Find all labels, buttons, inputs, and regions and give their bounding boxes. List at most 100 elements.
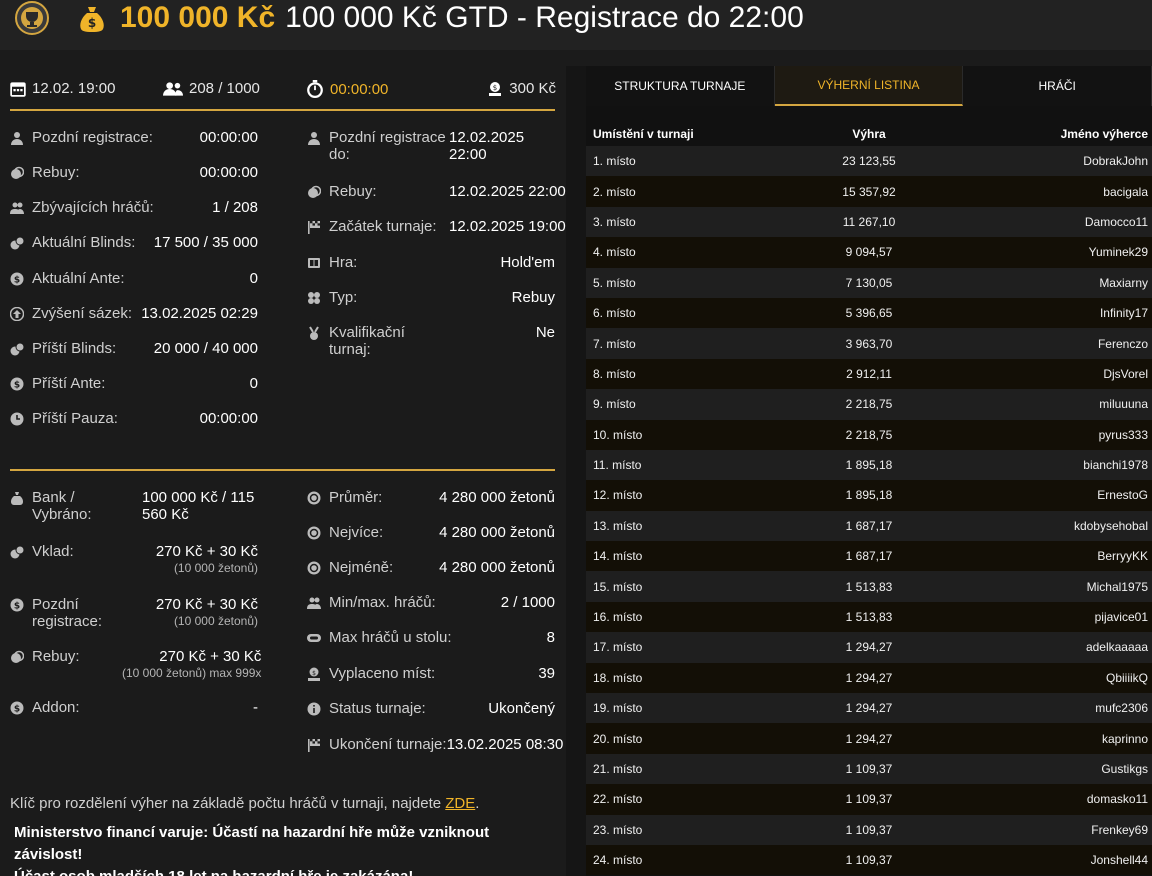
cards-icon (308, 258, 320, 268)
table-row: 3. místo 11 267,10 Damocco11 (586, 206, 1152, 238)
cell-prize: 1 294,27 (845, 701, 893, 716)
cell-prize: 1 109,37 (845, 822, 893, 837)
chips-icon (10, 342, 24, 356)
cell-place: 2. místo (593, 184, 636, 199)
cell-place: 21. místo (593, 762, 643, 776)
cell-place: 12. místo (593, 488, 643, 503)
info-label: Vklad: (32, 543, 74, 560)
payout-icon: $ (489, 81, 502, 96)
info-label: Status turnaje: (329, 700, 426, 717)
info-value: 13.02.2025 02:29 (141, 305, 258, 322)
payout-table-body: 1. místo 23 123,55 DobrakJohn 2. místo 15 35… (586, 146, 1152, 876)
info-label: Hra: (329, 254, 358, 271)
cell-winner: ErnestoG (1097, 488, 1148, 503)
cell-place: 20. místo (593, 731, 643, 746)
info-row: $ Addon: - (10, 699, 258, 716)
moneybag-icon: $ (80, 7, 104, 32)
cell-place: 13. místo (593, 518, 643, 533)
cell-prize: 1 294,27 (845, 670, 893, 685)
payout-key-link[interactable]: ZDE (445, 795, 475, 812)
info-value: 39 (538, 665, 555, 682)
info-value: 12.02.2025 22:00 (449, 183, 566, 200)
cell-winner: BerryyKK (1097, 549, 1148, 564)
info-row: Příští Pauza: 00:00:00 (10, 410, 258, 427)
info-label: Vyplaceno míst: (329, 665, 436, 682)
info-value: 12.02.2025 22:00 (449, 129, 525, 163)
cell-prize: 1 513,83 (845, 579, 893, 594)
cell-prize: 1 109,37 (845, 792, 893, 807)
info-row: Nejvíce: 4 280 000 žetonů (307, 524, 555, 541)
info-label: Aktuální Ante: (32, 270, 125, 287)
cell-prize: 2 218,75 (845, 427, 893, 442)
info-label: Rebuy: (32, 164, 80, 181)
info-label: Min/max. hráčů: (329, 594, 436, 611)
cell-winner: pyrus333 (1098, 427, 1148, 442)
info-row: Aktuální Blinds: 17 500 / 35 000 (10, 234, 258, 251)
info-value: 00:00:00 (199, 129, 258, 146)
table-row: 18. místo 1 294,27 QbiiiikQ (586, 662, 1152, 694)
medal-icon (309, 326, 319, 340)
col-place: Umístění v turnaji (593, 127, 694, 141)
info-value: 270 Kč + 30 Kč (155, 596, 258, 613)
cell-winner: Michal1975 (1086, 579, 1148, 594)
cell-prize: 1 513,83 (845, 610, 893, 625)
table-row: 8. místo 2 912,11 DjsVorel (586, 358, 1152, 390)
info-row: Hra: Hold'em (307, 254, 555, 271)
cell-winner: DjsVorel (1103, 366, 1148, 381)
info-label: Rebuy: (329, 183, 377, 200)
cell-winner: Jonshell44 (1090, 853, 1148, 868)
info-value: 270 Kč + 30 Kč (155, 543, 258, 560)
table-row: 17. místo 1 294,27 adelkaaaaa (586, 632, 1152, 663)
tab-players[interactable]: HRÁČI (963, 66, 1152, 106)
info-label: Aktuální Blinds: (32, 234, 136, 251)
info-value: 4 280 000 žetonů (439, 524, 555, 541)
table-row: 5. místo 7 130,05 Maxiarny (586, 267, 1152, 298)
rebuy-icon (308, 185, 321, 198)
table-row: 23. místo 1 109,37 Frenkey69 (586, 814, 1152, 845)
info-value: 4 280 000 žetonů (439, 489, 555, 506)
cell-place: 19. místo (593, 701, 643, 716)
rebuy-icon (11, 650, 24, 663)
table-row: 6. místo 5 396,65 Infinity17 (586, 297, 1152, 329)
info-row: Příští Blinds: 20 000 / 40 000 (10, 340, 258, 357)
info-row: Nejméně: 4 280 000 žetonů (307, 559, 555, 576)
rebuy-icon (11, 166, 24, 179)
cell-prize: 1 109,37 (845, 853, 893, 868)
calendar-icon (10, 81, 26, 97)
table-header: Umístění v turnaji Výhra Jméno výherce (586, 122, 1152, 146)
table-row: 12. místo 1 895,18 ErnestoG (586, 480, 1152, 511)
info-row: Pozdní registrace do: 12.02.2025 22:00 (307, 129, 555, 163)
table-row: 7. místo 3 963,70 Ferenczo (586, 328, 1152, 359)
table-row: 24. místo 1 109,37 Jonshell44 (586, 844, 1152, 876)
cell-prize: 1 109,37 (845, 762, 893, 776)
stopwatch-icon (307, 80, 323, 98)
cell-place: 24. místo (593, 853, 643, 868)
page-title: 100 000 Kč GTD - Registrace do 22:00 (285, 1, 804, 34)
col-winner: Jméno výherce (1060, 127, 1148, 141)
info-row: Vklad: 270 Kč + 30 Kč (10 000 žetonů) (10, 543, 258, 575)
cell-winner: pijavice01 (1094, 610, 1148, 625)
cell-place: 11. místo (593, 458, 642, 473)
cell-winner: miluuuna (1099, 397, 1148, 412)
table-row: 9. místo 2 218,75 miluuuna (586, 389, 1152, 420)
cell-winner: kdobysehobal (1073, 518, 1148, 533)
info-value: 0 (249, 270, 258, 287)
info-row: Zbývajících hráčů: 1 / 208 (10, 199, 258, 216)
info-label: Příští Blinds: (32, 340, 117, 357)
tab-structure[interactable]: STRUKTURA TURNAJE (586, 66, 775, 106)
chips-icon (10, 545, 24, 559)
cell-prize: 1 687,17 (845, 549, 893, 564)
tab-payout-list[interactable]: VÝHERNÍ LISTINA (774, 66, 964, 106)
svg-text:$: $ (14, 381, 20, 391)
summary-timer: 00:00:00 (306, 80, 388, 98)
coin-icon: $ (10, 598, 24, 612)
payout-panel: STRUKTURA TURNAJE VÝHERNÍ LISTINA HRÁČI … (586, 66, 1152, 876)
users-icon (10, 202, 24, 214)
cell-prize: 7 130,05 (845, 275, 893, 290)
cell-prize: 1 895,18 (845, 488, 893, 503)
table-row: 21. místo 1 109,37 Gustikgs (586, 753, 1152, 785)
suits-icon (308, 292, 320, 304)
info-value: Hold'em (500, 254, 555, 271)
users-icon (307, 597, 321, 609)
info-value: Rebuy (511, 289, 555, 306)
